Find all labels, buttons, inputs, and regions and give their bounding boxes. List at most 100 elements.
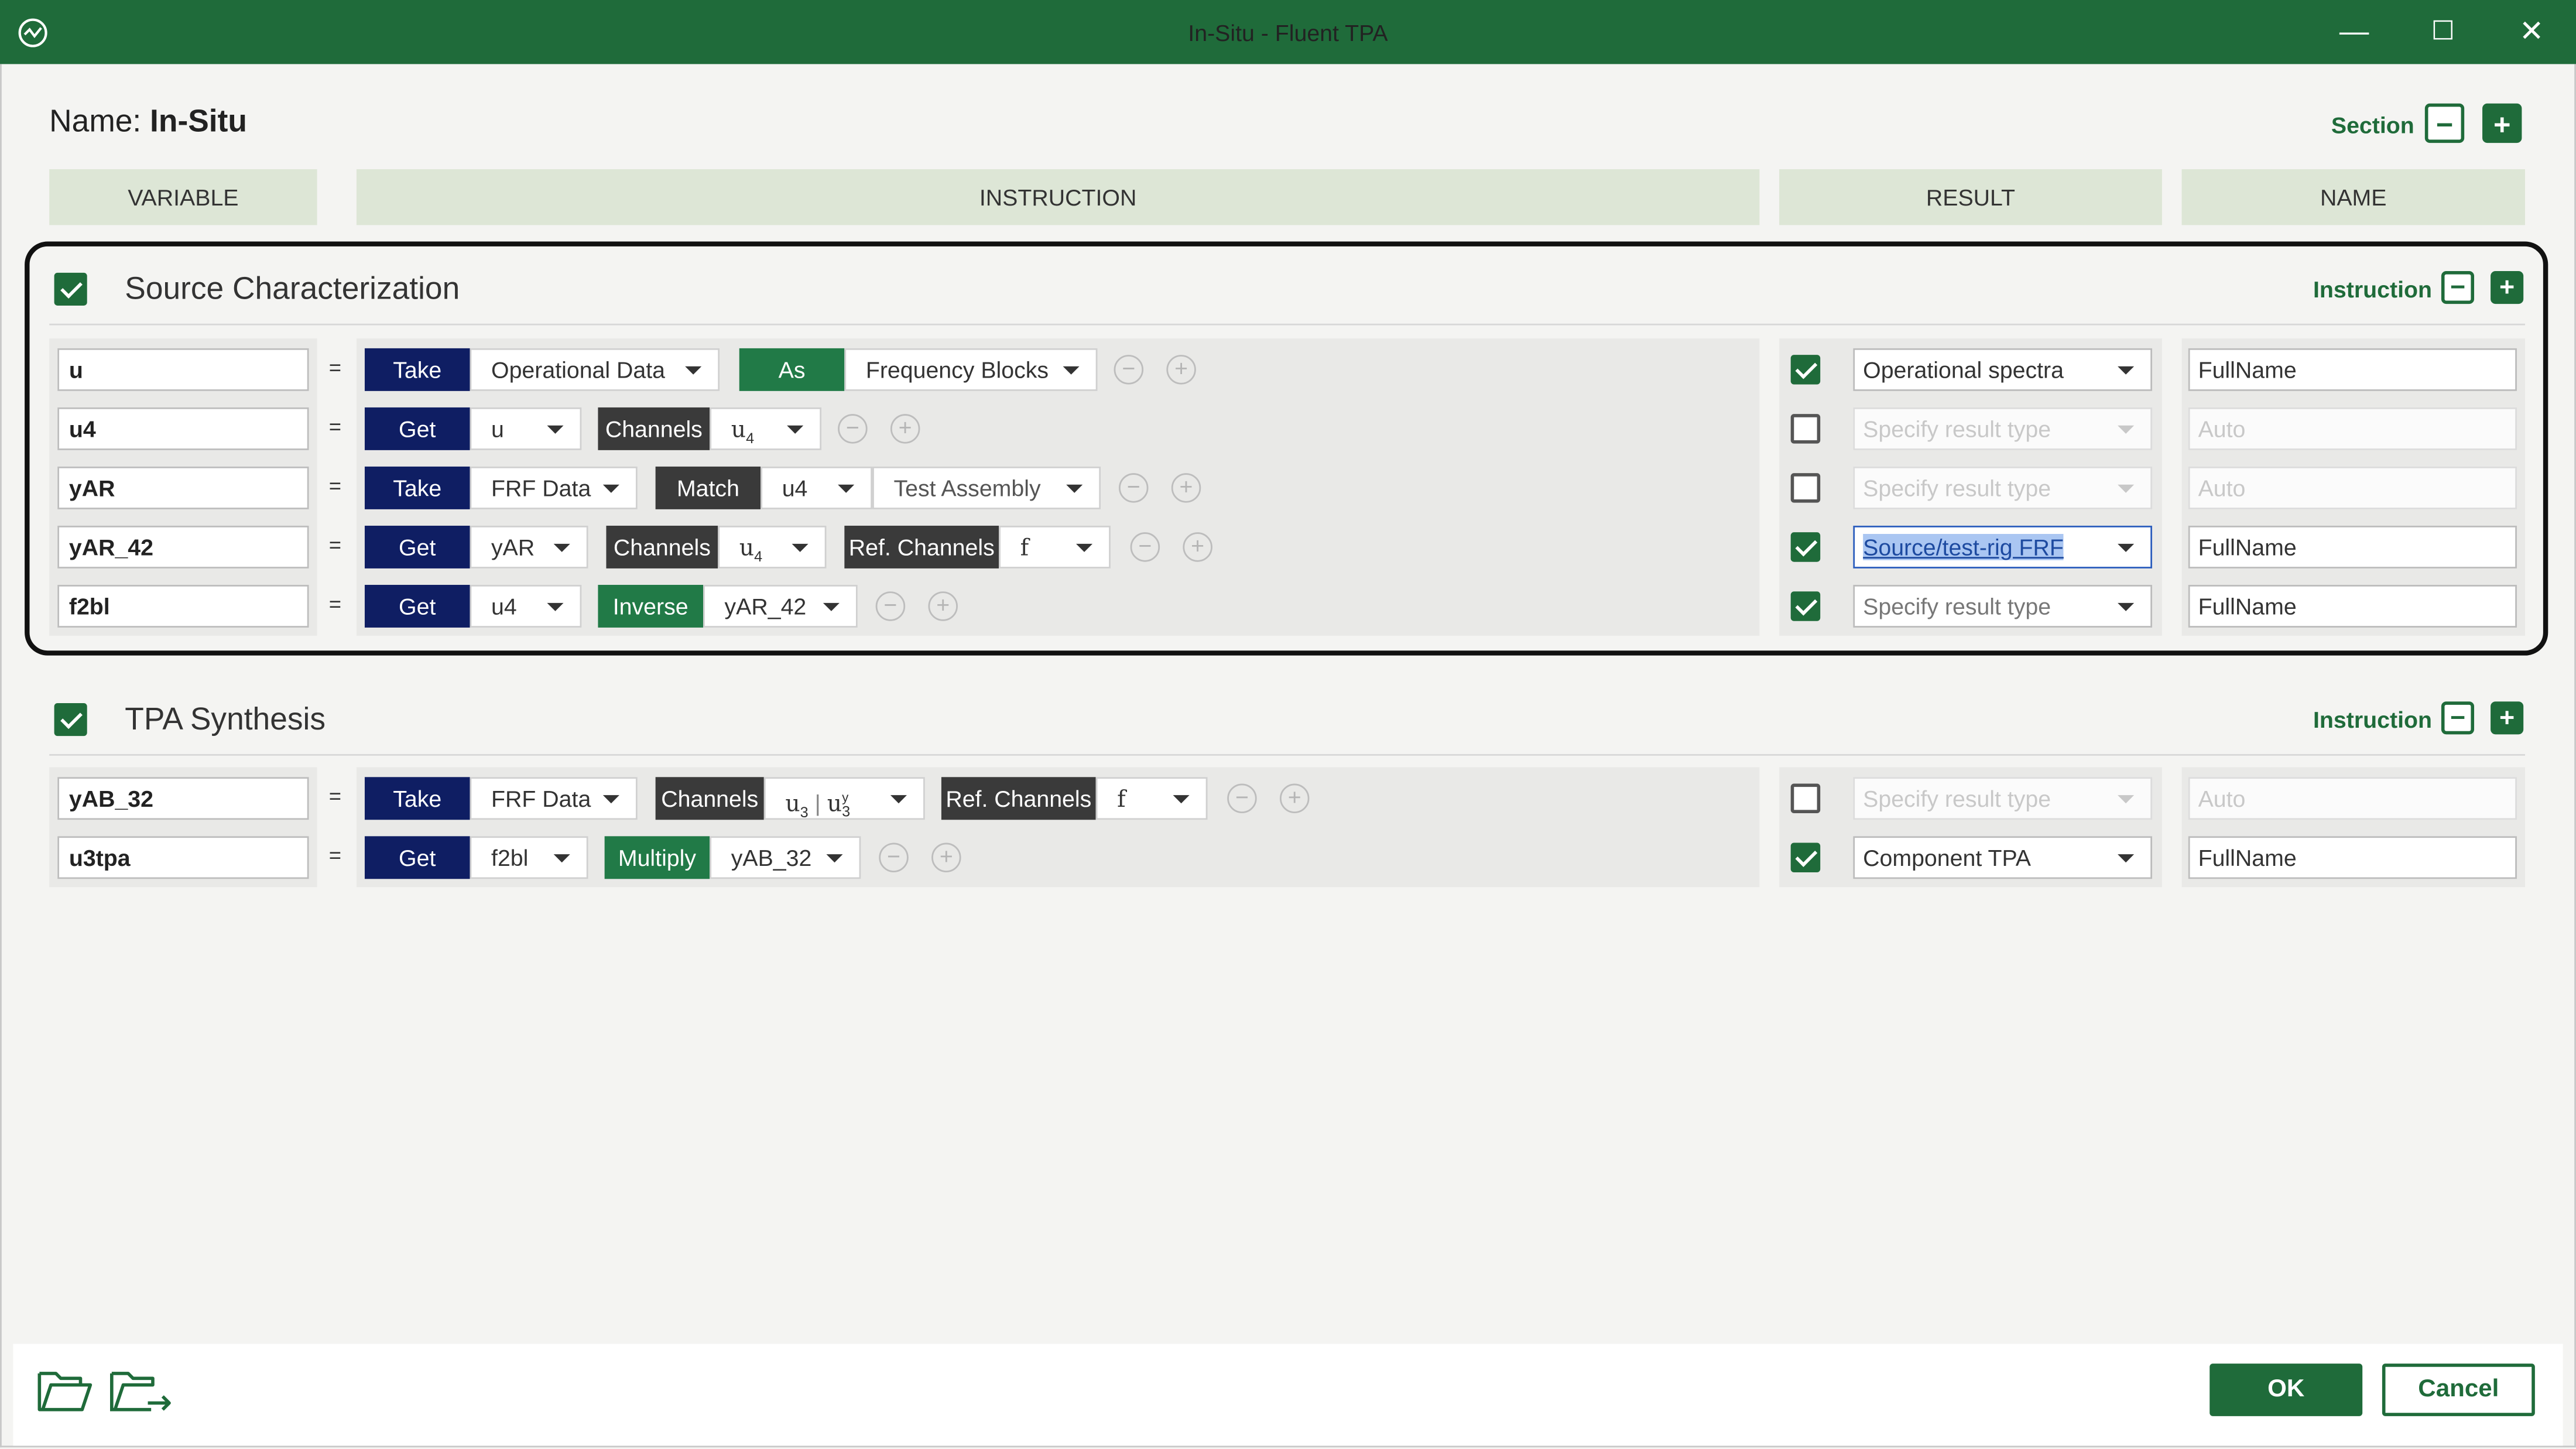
close-button[interactable]: ✕ xyxy=(2494,0,2570,64)
minimize-button[interactable]: — xyxy=(2317,0,2392,64)
result-type-dropdown[interactable]: Component TPA xyxy=(1853,836,2153,879)
add-instruction-button[interactable]: + xyxy=(2491,701,2524,735)
section-checkbox-tpa-synthesis[interactable] xyxy=(54,703,87,737)
ref-channel-dropdown[interactable]: f xyxy=(1095,777,1208,820)
variable-input[interactable]: u3tpa xyxy=(57,836,309,879)
remove-section-button[interactable]: − xyxy=(2424,103,2465,143)
section-divider xyxy=(49,754,2526,756)
channel-dropdown[interactable]: u4 xyxy=(718,525,827,568)
take-op[interactable]: Take xyxy=(364,348,470,391)
add-step-icon[interactable]: + xyxy=(1171,473,1201,503)
ok-button[interactable]: OK xyxy=(2210,1364,2363,1416)
result-type-dropdown[interactable]: Specify result type xyxy=(1853,777,2153,820)
result-checkbox[interactable] xyxy=(1790,414,1821,444)
remove-step-icon[interactable]: − xyxy=(879,842,909,873)
assembly-dropdown[interactable]: Test Assembly xyxy=(872,466,1101,509)
input-dropdown[interactable]: f2bl xyxy=(470,836,588,879)
channels-op[interactable]: Channels xyxy=(598,407,710,450)
multiply-op[interactable]: Multiply xyxy=(604,836,710,879)
name-input[interactable]: Auto xyxy=(2188,777,2517,820)
as-op[interactable]: As xyxy=(739,348,845,391)
maximize-button[interactable]: ☐ xyxy=(2405,0,2481,64)
equals-sign: = xyxy=(328,355,342,380)
remove-step-icon[interactable]: − xyxy=(1118,473,1149,503)
get-op[interactable]: Get xyxy=(364,525,470,568)
result-checkbox[interactable] xyxy=(1790,355,1821,385)
input-dropdown[interactable]: yAR xyxy=(470,525,588,568)
remove-step-icon[interactable]: − xyxy=(838,414,868,444)
variable-input[interactable]: f2bl xyxy=(57,584,309,628)
variable-input[interactable]: yAB_32 xyxy=(57,777,309,820)
inverse-op[interactable]: Inverse xyxy=(598,584,704,628)
source-dropdown[interactable]: FRF Data xyxy=(470,777,638,820)
ref-channel-dropdown[interactable]: f xyxy=(999,525,1111,568)
remove-step-icon[interactable]: − xyxy=(875,591,906,621)
add-step-icon[interactable]: + xyxy=(1183,532,1212,562)
channel-dropdown[interactable]: u3 | uy3 xyxy=(763,777,925,821)
match-op[interactable]: Match xyxy=(655,466,761,509)
remove-instruction-button[interactable]: − xyxy=(2441,271,2475,304)
remove-instruction-button[interactable]: − xyxy=(2441,701,2475,735)
input-dropdown[interactable]: u4 xyxy=(470,584,582,628)
source-dropdown[interactable]: Operational Data xyxy=(470,348,720,391)
add-step-icon[interactable]: + xyxy=(931,842,961,873)
take-op[interactable]: Take xyxy=(364,466,470,509)
channels-op[interactable]: Channels xyxy=(655,777,764,820)
variable-input[interactable]: u4 xyxy=(57,407,309,450)
result-type-dropdown[interactable]: Source/test-rig FRF xyxy=(1853,525,2153,568)
operand-dropdown[interactable]: yAB_32 xyxy=(710,836,861,879)
remove-step-icon[interactable]: − xyxy=(1130,532,1160,562)
remove-step-icon[interactable]: − xyxy=(1114,355,1144,385)
result-checkbox[interactable] xyxy=(1790,591,1821,621)
operand-dropdown[interactable]: yAR_42 xyxy=(703,584,858,628)
add-step-icon[interactable]: + xyxy=(890,414,920,444)
ref-channels-op[interactable]: Ref. Channels xyxy=(941,777,1096,820)
input-dropdown[interactable]: u xyxy=(470,407,582,450)
variable-input[interactable]: u xyxy=(57,348,309,391)
add-step-icon[interactable]: + xyxy=(928,591,958,621)
channel-dropdown[interactable]: u4 xyxy=(710,407,822,450)
result-type-dropdown[interactable]: Specify result type xyxy=(1853,407,2153,450)
add-step-icon[interactable]: + xyxy=(1279,783,1310,814)
result-type-dropdown[interactable]: Specify result type xyxy=(1853,466,2153,509)
instruction-label: Instruction xyxy=(2313,706,2433,733)
get-op[interactable]: Get xyxy=(364,584,470,628)
open-folder-icon[interactable] xyxy=(36,1364,95,1416)
source-dropdown[interactable]: FRF Data xyxy=(470,466,638,509)
result-type-dropdown[interactable]: Specify result type xyxy=(1853,584,2153,628)
export-folder-icon[interactable] xyxy=(108,1364,174,1416)
remove-step-icon[interactable]: − xyxy=(1227,783,1257,814)
result-checkbox[interactable] xyxy=(1790,532,1821,562)
result-checkbox[interactable] xyxy=(1790,783,1821,814)
column-header-variable: VARIABLE xyxy=(49,169,317,225)
variable-input[interactable]: yAR xyxy=(57,466,309,509)
name-input[interactable]: FullName xyxy=(2188,584,2517,628)
add-section-button[interactable]: + xyxy=(2482,103,2522,143)
channels-op[interactable]: Channels xyxy=(606,525,718,568)
result-checkbox[interactable] xyxy=(1790,473,1821,503)
equals-sign: = xyxy=(328,842,342,868)
section-checkbox-source-characterization[interactable] xyxy=(54,272,87,306)
add-step-icon[interactable]: + xyxy=(1166,355,1196,385)
cancel-button[interactable]: Cancel xyxy=(2382,1364,2535,1416)
chevron-down-icon xyxy=(685,366,702,375)
chevron-down-icon xyxy=(553,854,570,863)
ref-channels-op[interactable]: Ref. Channels xyxy=(844,525,999,568)
add-instruction-button[interactable]: + xyxy=(2491,271,2524,304)
get-op[interactable]: Get xyxy=(364,407,470,450)
variable-input[interactable]: yAR_42 xyxy=(57,525,309,568)
match-input-dropdown[interactable]: u4 xyxy=(761,466,873,509)
format-dropdown[interactable]: Frequency Blocks xyxy=(844,348,1098,391)
result-type-dropdown[interactable]: Operational spectra xyxy=(1853,348,2153,391)
name-input[interactable]: FullName xyxy=(2188,836,2517,879)
name-input[interactable]: FullName xyxy=(2188,525,2517,568)
equals-sign: = xyxy=(328,414,342,439)
name-input[interactable]: FullName xyxy=(2188,348,2517,391)
result-checkbox[interactable] xyxy=(1790,842,1821,873)
name-input[interactable]: Auto xyxy=(2188,466,2517,509)
chevron-down-icon xyxy=(1076,543,1093,552)
name-input[interactable]: Auto xyxy=(2188,407,2517,450)
get-op[interactable]: Get xyxy=(364,836,470,879)
equals-sign: = xyxy=(328,473,342,498)
take-op[interactable]: Take xyxy=(364,777,470,820)
